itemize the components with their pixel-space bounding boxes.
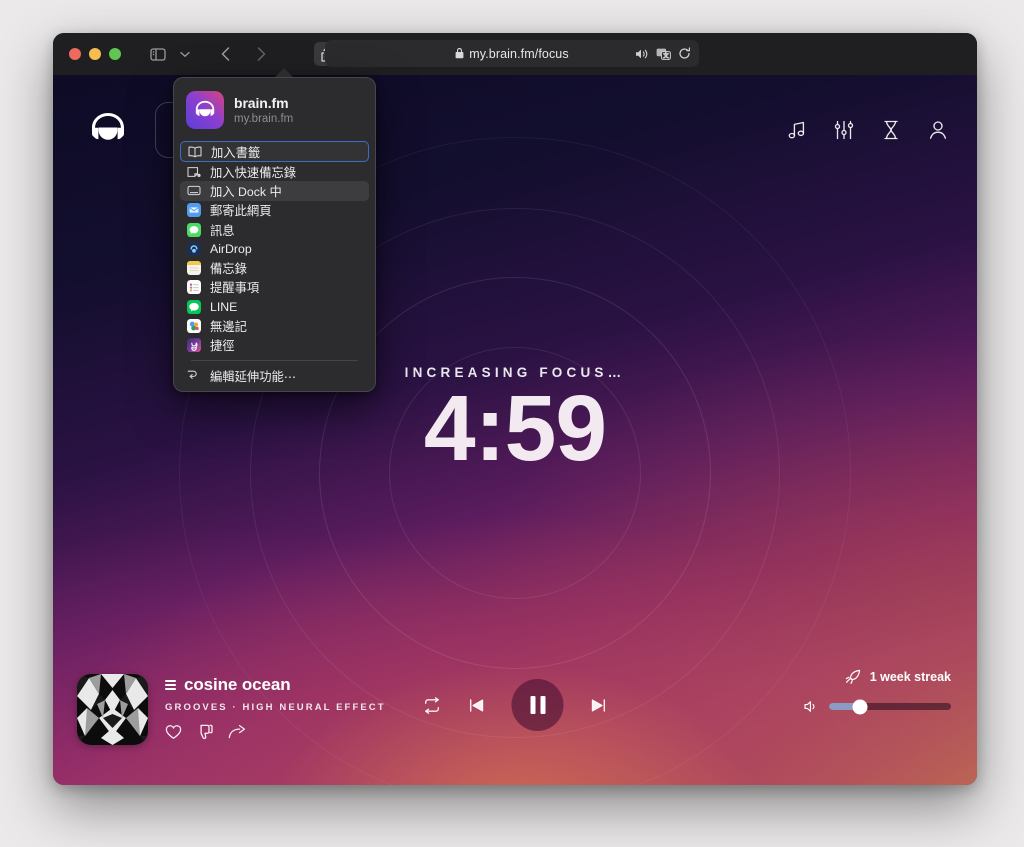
- share-popover: brain.fm my.brain.fm 加入書籤 加入快: [173, 77, 376, 392]
- line-icon: [186, 299, 201, 314]
- track-info: cosine ocean GROOVES · HIGH NEURAL EFFEC…: [165, 675, 386, 740]
- url-bar[interactable]: my.brain.fm/focus 文: [325, 40, 699, 67]
- repeat-icon[interactable]: [423, 697, 442, 714]
- zoom-window-button[interactable]: [109, 48, 121, 60]
- brainfm-logo[interactable]: [85, 107, 131, 153]
- menu-item-label: 加入書籤: [211, 143, 260, 161]
- menu-item-messages[interactable]: 訊息: [180, 220, 369, 239]
- minimize-window-button[interactable]: [89, 48, 101, 60]
- menu-item-line[interactable]: LINE: [180, 297, 369, 316]
- track-action-group: [165, 724, 386, 740]
- translate-icon[interactable]: 文: [656, 48, 671, 60]
- menu-divider: [191, 360, 358, 361]
- transport-controls: [423, 679, 608, 731]
- url-bar-actions: 文: [635, 40, 691, 67]
- quicknote-icon: [186, 164, 201, 179]
- reminders-icon: [186, 280, 201, 295]
- sidebar-toggle-button[interactable]: [145, 42, 171, 66]
- volume-control[interactable]: [804, 700, 951, 713]
- track-subtitle: GROOVES · HIGH NEURAL EFFECT: [165, 702, 386, 713]
- dock-icon: [186, 183, 201, 198]
- popover-menu: 加入書籤 加入快速備忘錄 加入 Dock 中: [174, 141, 375, 385]
- streak-text: 1 week streak: [870, 670, 951, 684]
- reload-icon[interactable]: [678, 47, 691, 60]
- volume-knob[interactable]: [852, 699, 867, 714]
- menu-item-label: 編輯延伸功能⋯: [210, 367, 296, 385]
- hourglass-icon[interactable]: [880, 119, 902, 141]
- previous-icon[interactable]: [468, 697, 486, 714]
- like-icon[interactable]: [165, 724, 182, 740]
- menu-item-label: 捷徑: [210, 336, 235, 354]
- menu-item-add-quick-note[interactable]: 加入快速備忘錄: [180, 162, 369, 181]
- volume-slider[interactable]: [829, 703, 951, 710]
- shortcuts-icon: [186, 338, 201, 353]
- mail-icon: [186, 203, 201, 218]
- menu-item-label: LINE: [210, 300, 237, 314]
- freeform-icon: [186, 319, 201, 334]
- menu-item-label: 訊息: [210, 221, 235, 239]
- menu-item-label: 郵寄此網頁: [210, 201, 272, 219]
- popover-app-name: brain.fm: [234, 95, 293, 111]
- menu-item-add-to-dock[interactable]: 加入 Dock 中: [180, 181, 369, 200]
- streak-badge: 1 week streak: [845, 669, 951, 685]
- svg-text:文: 文: [663, 51, 669, 59]
- menu-item-notes[interactable]: 備忘錄: [180, 258, 369, 277]
- rocket-icon: [845, 669, 862, 685]
- header-icon-group: [786, 119, 949, 141]
- popover-header: brain.fm my.brain.fm: [174, 78, 375, 141]
- screen: my.brain.fm/focus 文: [0, 0, 1024, 847]
- dislike-icon[interactable]: [197, 724, 213, 740]
- messages-icon: [186, 222, 201, 237]
- menu-item-freeform[interactable]: 無邊記: [180, 316, 369, 335]
- menu-item-shortcuts[interactable]: 捷徑: [180, 336, 369, 355]
- menu-item-label: AirDrop: [210, 242, 252, 256]
- browser-toolbar: my.brain.fm/focus 文: [53, 33, 977, 75]
- menu-item-label: 加入快速備忘錄: [210, 163, 296, 181]
- menu-item-reminders[interactable]: 提醒事項: [180, 278, 369, 297]
- navigation-controls: [212, 42, 274, 66]
- pause-button[interactable]: [512, 679, 564, 731]
- book-icon: [187, 144, 202, 159]
- brainfm-app-icon: [186, 91, 224, 129]
- speaker-icon[interactable]: [635, 48, 649, 60]
- music-note-icon[interactable]: [786, 119, 808, 141]
- airdrop-icon: [186, 241, 201, 256]
- menu-item-label: 加入 Dock 中: [210, 182, 282, 200]
- notes-icon: [186, 261, 201, 276]
- track-title: cosine ocean: [184, 675, 291, 695]
- sliders-icon[interactable]: [833, 119, 855, 141]
- menu-item-airdrop[interactable]: AirDrop: [180, 239, 369, 258]
- popover-tail: [275, 68, 293, 77]
- extensions-icon: [186, 368, 201, 383]
- speaker-icon[interactable]: [804, 700, 819, 713]
- forward-button[interactable]: [248, 42, 274, 66]
- equalizer-icon: [165, 680, 176, 690]
- window-controls: [69, 48, 121, 60]
- menu-item-edit-extensions[interactable]: 編輯延伸功能⋯: [180, 366, 369, 385]
- back-button[interactable]: [212, 42, 238, 66]
- close-window-button[interactable]: [69, 48, 81, 60]
- share-track-icon[interactable]: [228, 724, 246, 740]
- next-icon[interactable]: [590, 697, 608, 714]
- person-icon[interactable]: [927, 119, 949, 141]
- timer-countdown: 4:59: [53, 382, 977, 475]
- album-artwork[interactable]: [77, 674, 148, 745]
- player-bar: cosine ocean GROOVES · HIGH NEURAL EFFEC…: [53, 665, 977, 785]
- popover-app-host: my.brain.fm: [234, 113, 293, 125]
- chevron-down-icon[interactable]: [172, 42, 198, 66]
- lock-icon: [455, 48, 464, 59]
- menu-item-label: 提醒事項: [210, 278, 259, 296]
- menu-item-add-bookmark[interactable]: 加入書籤: [180, 141, 369, 162]
- menu-item-label: 備忘錄: [210, 259, 247, 277]
- url-text: my.brain.fm/focus: [469, 47, 568, 61]
- menu-item-label: 無邊記: [210, 317, 247, 335]
- track-title-row: cosine ocean: [165, 675, 386, 695]
- menu-item-mail-page[interactable]: 郵寄此網頁: [180, 201, 369, 220]
- sidebar-controls: [145, 42, 198, 66]
